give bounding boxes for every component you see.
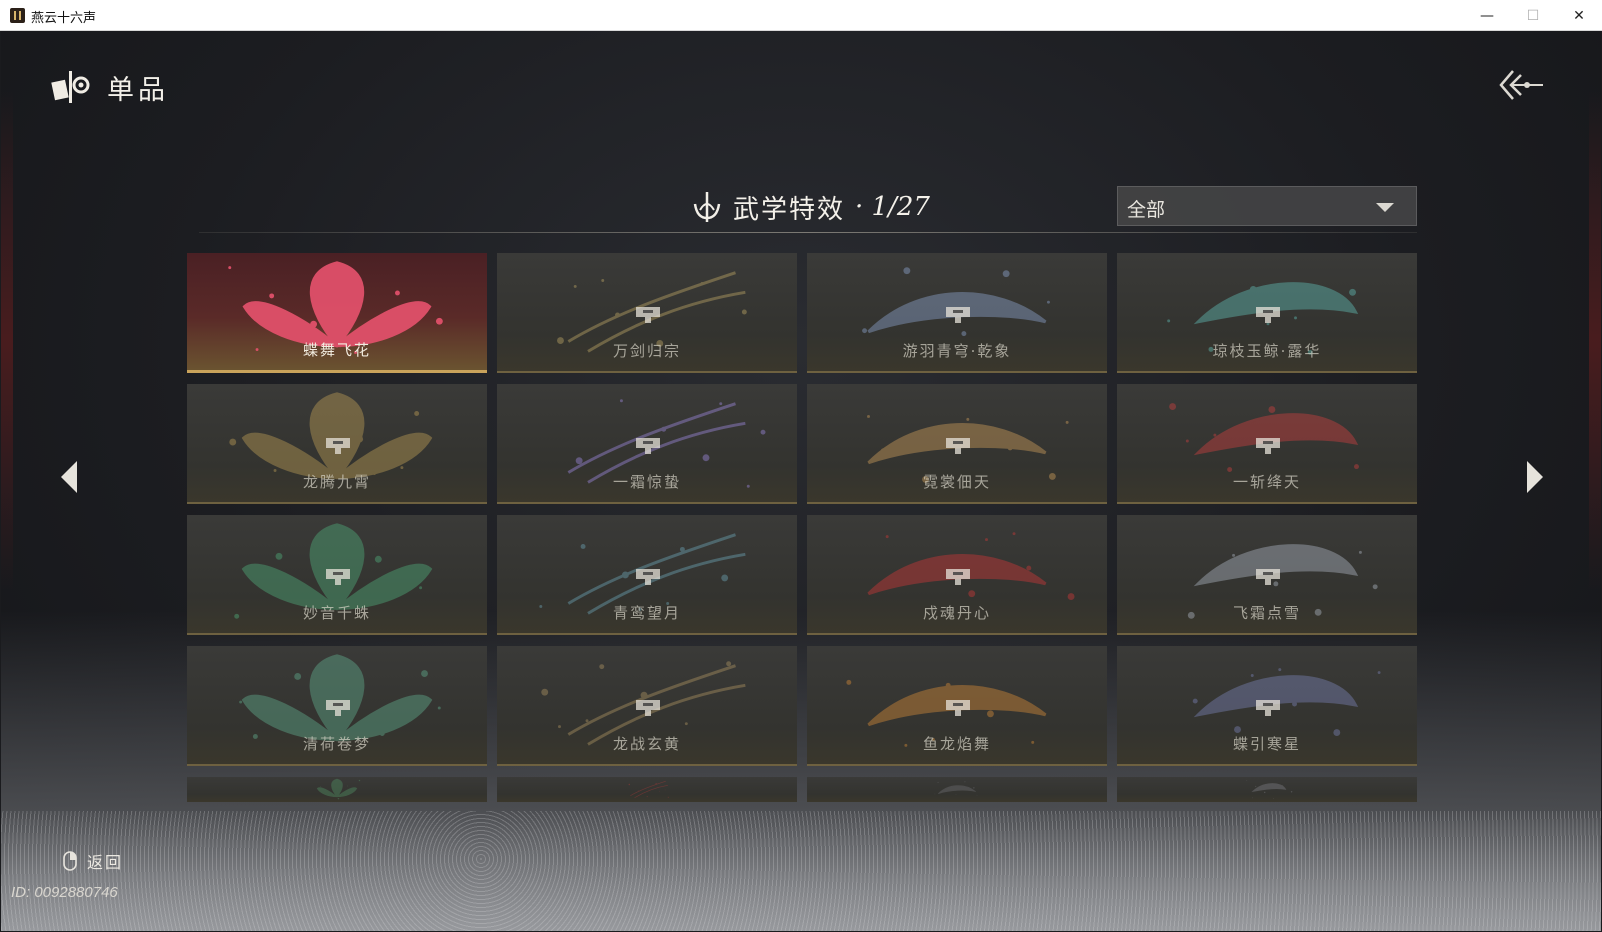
return-label: 返回 xyxy=(87,853,124,872)
effect-name: 万剑归宗 xyxy=(612,342,681,360)
effect-name: 鱼龙焰舞 xyxy=(922,735,991,753)
effect-card[interactable]: 龙腾九霄 xyxy=(187,384,487,504)
effect-name: 蝶舞飞花 xyxy=(302,341,371,359)
lock-icon xyxy=(636,438,660,454)
collection-emblem-icon xyxy=(51,71,90,103)
effects-grid: 蝶舞飞花 万剑归宗 游羽青穹·乾象 琼枝玉鲸·露华龙腾九霄 一霜惊蛰 霓裳佃天 一斩绛天妙音… xyxy=(187,253,1419,843)
section-divider xyxy=(199,232,1417,233)
effect-card[interactable]: 蝶引寒星 xyxy=(1117,646,1417,766)
filter-selected-value: 全部 xyxy=(1127,199,1166,221)
effect-card[interactable]: 龙战玄黄 xyxy=(497,646,797,766)
effect-card[interactable]: 妙音千蛛 xyxy=(187,515,487,635)
effect-name: 龙战玄黄 xyxy=(612,735,681,753)
lock-icon xyxy=(946,438,970,454)
decor-left-glow xyxy=(1,91,13,591)
dropdown-caret-icon xyxy=(1376,203,1394,212)
martial-emblem-icon xyxy=(693,192,721,222)
return-button[interactable]: 返回 xyxy=(63,849,123,873)
section-label: 武学特效 xyxy=(733,194,846,225)
effect-artwork xyxy=(934,781,978,796)
lock-icon xyxy=(946,700,970,716)
lock-icon xyxy=(326,438,350,454)
lock-icon xyxy=(1256,307,1280,323)
lock-icon xyxy=(1256,700,1280,716)
category-filter-dropdown[interactable]: 全部 xyxy=(1117,186,1417,226)
lock-icon xyxy=(326,700,350,716)
effect-name: 妙音千蛛 xyxy=(302,604,371,622)
lock-icon xyxy=(946,569,970,585)
game-viewport: 单品 武学特效 · 1/27 全部 蝶舞飞花 万剑归宗 游羽青穹·乾象 琼枝玉鲸·露华… xyxy=(1,31,1601,931)
page-left-icon[interactable] xyxy=(57,457,81,497)
effect-card[interactable]: 鱼龙焰舞 xyxy=(807,646,1107,766)
effect-name: 霓裳佃天 xyxy=(922,473,991,491)
close-button[interactable]: ✕ xyxy=(1556,0,1602,31)
effect-card[interactable]: 霓裳佃天 xyxy=(807,384,1107,504)
effect-card-partial[interactable] xyxy=(187,777,487,802)
effect-card-partial[interactable] xyxy=(807,777,1107,802)
effect-card[interactable]: 游羽青穹·乾象 xyxy=(807,253,1107,373)
effect-name: 飞霜点雪 xyxy=(1232,604,1301,622)
maximize-button[interactable]: ☐ xyxy=(1510,0,1556,31)
effect-name: 一斩绛天 xyxy=(1232,473,1301,491)
effect-card[interactable]: 飞霜点雪 xyxy=(1117,515,1417,635)
effect-name: 游羽青穹·乾象 xyxy=(902,342,1012,360)
effect-name: 戍魂丹心 xyxy=(922,604,991,622)
mouse-icon xyxy=(63,851,77,871)
lock-icon xyxy=(636,700,660,716)
effect-card[interactable]: 青鸾望月 xyxy=(497,515,797,635)
app-icon xyxy=(10,8,25,23)
lock-icon xyxy=(326,569,350,585)
window-titlebar: 燕云十六声 — ☐ ✕ xyxy=(0,0,1602,31)
effect-card[interactable]: 一霜惊蛰 xyxy=(497,384,797,504)
effect-card[interactable]: 戍魂丹心 xyxy=(807,515,1107,635)
effect-card[interactable]: 清荷卷梦 xyxy=(187,646,487,766)
effect-name: 蝶引寒星 xyxy=(1232,735,1301,753)
section-count: · 1/27 xyxy=(855,192,930,222)
decor-right-glow xyxy=(1589,91,1601,591)
lock-icon xyxy=(636,569,660,585)
effect-name: 一霜惊蛰 xyxy=(612,473,681,491)
effect-name: 清荷卷梦 xyxy=(302,735,371,753)
lock-icon xyxy=(1256,438,1280,454)
effect-name: 龙腾九霄 xyxy=(302,473,371,491)
effect-card[interactable]: 琼枝玉鲸·露华 xyxy=(1117,253,1417,373)
effect-artwork xyxy=(316,778,361,800)
effect-card[interactable]: 蝶舞飞花 xyxy=(187,253,487,373)
effect-artwork xyxy=(1246,780,1293,799)
player-id: ID: 0092880746 xyxy=(11,884,118,901)
section-header: 武学特效 · 1/27 xyxy=(691,187,930,227)
lock-icon xyxy=(1256,569,1280,585)
effect-name: 青鸾望月 xyxy=(612,604,681,622)
back-arrow-icon[interactable] xyxy=(1497,65,1545,105)
effect-artwork xyxy=(628,780,669,799)
lock-icon xyxy=(946,307,970,323)
effect-card[interactable]: 万剑归宗 xyxy=(497,253,797,373)
effect-name: 琼枝玉鲸·露华 xyxy=(1212,342,1322,360)
page-right-icon[interactable] xyxy=(1523,457,1547,497)
effect-card[interactable]: 一斩绛天 xyxy=(1117,384,1417,504)
lock-icon xyxy=(636,307,660,323)
effect-card-partial[interactable] xyxy=(497,777,797,802)
minimize-button[interactable]: — xyxy=(1464,0,1510,31)
effect-card-partial[interactable] xyxy=(1117,777,1417,802)
page-title: 单品 xyxy=(107,75,169,106)
window-title: 燕云十六声 xyxy=(31,11,97,26)
